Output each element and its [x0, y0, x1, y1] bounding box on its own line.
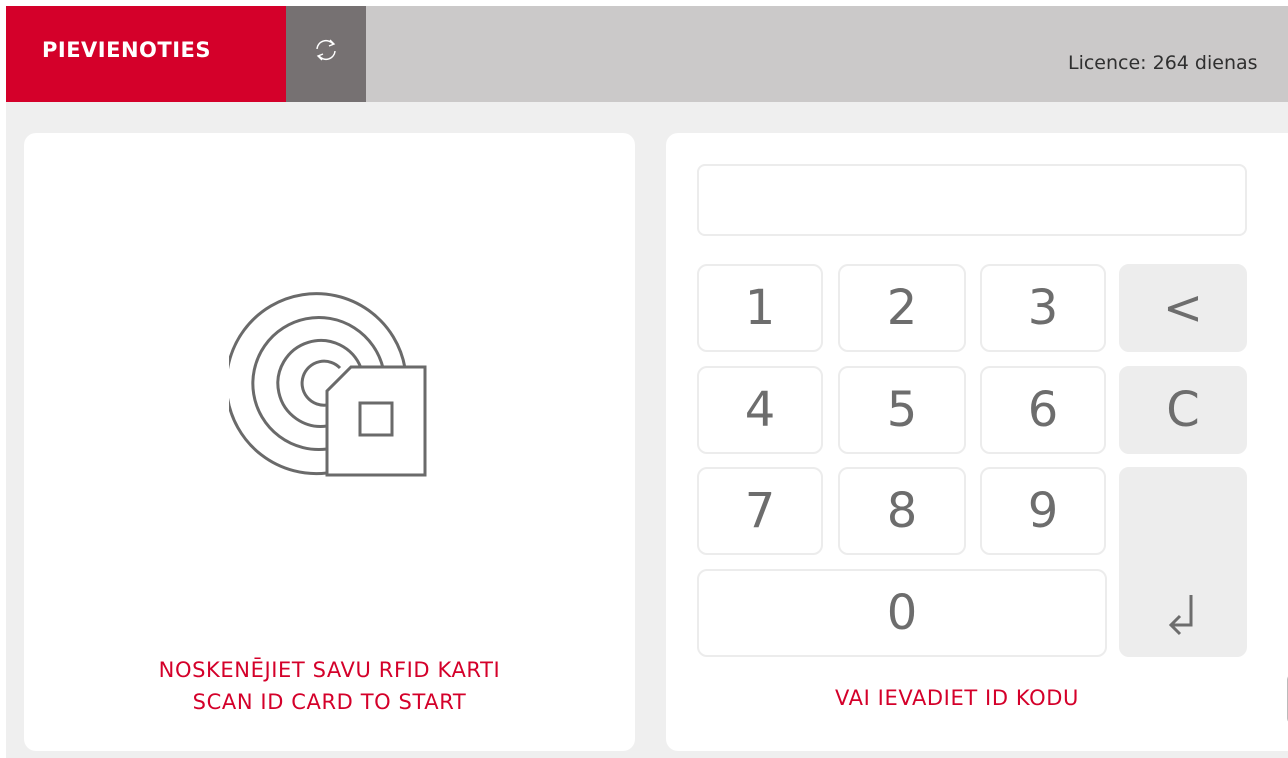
key-3[interactable]: 3 — [980, 264, 1106, 352]
key-8[interactable]: 8 — [838, 467, 966, 555]
rfid-scan-panel: NOSKENĒJIET SAVU RFID KARTI SCAN ID CARD… — [24, 133, 635, 751]
connect-button[interactable]: PIEVIENOTIES — [6, 6, 286, 102]
clear-key[interactable]: C — [1119, 366, 1247, 454]
rfid-card-icon — [229, 292, 427, 477]
backspace-key[interactable]: < — [1119, 264, 1247, 352]
refresh-icon — [316, 39, 336, 61]
enter-key[interactable] — [1119, 467, 1247, 657]
key-7[interactable]: 7 — [697, 467, 823, 555]
top-bar: PIEVIENOTIES Licence: 264 dienas — [6, 6, 1288, 102]
key-0[interactable]: 0 — [697, 569, 1107, 657]
key-4[interactable]: 4 — [697, 366, 823, 454]
enter-arrow-icon — [1168, 595, 1193, 636]
scan-instruction-en: SCAN ID CARD TO START — [192, 690, 467, 714]
keypad-panel: 1 2 3 < 4 5 6 C 7 8 9 0 VAI IEVADIET ID … — [666, 133, 1288, 751]
key-5[interactable]: 5 — [838, 366, 966, 454]
key-1[interactable]: 1 — [697, 264, 823, 352]
key-9[interactable]: 9 — [980, 467, 1106, 555]
enter-code-hint: VAI IEVADIET ID KODU — [835, 686, 1079, 710]
key-2[interactable]: 2 — [838, 264, 966, 352]
app-window: PIEVIENOTIES Licence: 264 dienas NOSKENĒ… — [6, 6, 1288, 758]
id-code-input[interactable] — [697, 164, 1247, 236]
license-status: Licence: 264 dienas — [1068, 52, 1258, 74]
key-6[interactable]: 6 — [980, 366, 1106, 454]
refresh-button[interactable] — [286, 6, 366, 102]
scan-instruction-lv: NOSKENĒJIET SAVU RFID KARTI — [158, 658, 501, 682]
